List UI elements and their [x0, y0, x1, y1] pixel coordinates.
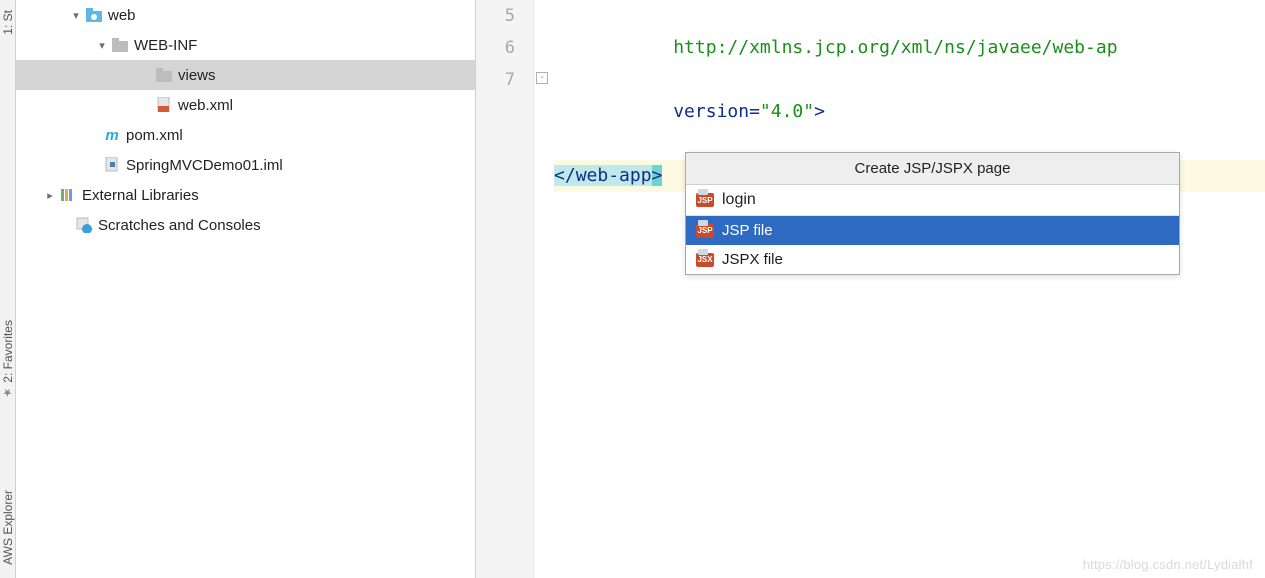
code-area[interactable]: http://xmlns.jcp.org/xml/ns/javaee/web-a… — [554, 0, 1265, 578]
left-tab-favorites-label: 2: Favorites — [1, 320, 15, 383]
folder-icon — [154, 68, 174, 82]
project-tree-panel: ▾ web ▾ WEB-INF views — [16, 0, 476, 578]
tree-item-label: pom.xml — [126, 127, 183, 144]
tree-item-pomxml[interactable]: m pom.xml — [16, 120, 475, 150]
code-tag: web-app — [576, 165, 652, 186]
code-text: http://xmlns.jcp.org/xml/ns/javaee/web-a… — [673, 37, 1117, 58]
chevron-down-icon[interactable]: ▾ — [94, 39, 110, 52]
tree-item-label: views — [178, 67, 216, 84]
library-icon — [58, 187, 78, 203]
code-punc: > — [814, 101, 825, 122]
jsp-icon: JSP — [696, 193, 714, 207]
iml-file-icon — [102, 157, 122, 173]
tree-item-webinf[interactable]: ▾ WEB-INF — [16, 30, 475, 60]
tree-item-label: Scratches and Consoles — [98, 217, 261, 234]
code-attr: version= — [673, 101, 760, 122]
line-number: 7 — [476, 64, 515, 96]
create-jsp-popup: Create JSP/JSPX page JSP JSP JSP file JS… — [685, 152, 1180, 275]
filename-input[interactable] — [722, 191, 929, 209]
code-punc: </ — [554, 165, 576, 186]
chevron-right-icon[interactable]: ▸ — [42, 189, 58, 202]
xml-file-icon — [154, 97, 174, 113]
tree-item-label: WEB-INF — [134, 37, 197, 54]
code-value: "4.0" — [760, 101, 814, 122]
tree-item-webxml[interactable]: web.xml — [16, 90, 475, 120]
editor-panel: 5 6 7 - http://xmlns.jcp.org/xml/ns/java… — [476, 0, 1265, 578]
tree-item-views[interactable]: views — [16, 60, 475, 90]
fold-strip: - — [534, 0, 554, 578]
jsp-icon: JSP — [696, 224, 714, 238]
tree-item-scratches[interactable]: Scratches and Consoles — [16, 210, 475, 240]
left-tool-strip: 1: St ★ 2: Favorites AWS Explorer — [0, 0, 16, 578]
tree-item-label: External Libraries — [82, 187, 199, 204]
web-folder-icon — [84, 8, 104, 22]
left-tab-structure[interactable]: 1: St — [1, 10, 15, 35]
maven-icon: m — [102, 127, 122, 144]
popup-input-row: JSP — [686, 185, 1179, 216]
left-tab-aws-explorer[interactable]: AWS Explorer — [1, 490, 15, 565]
line-number: 6 — [476, 32, 515, 64]
jspx-icon: JSX — [696, 253, 714, 267]
popup-option-jspx[interactable]: JSX JSPX file — [686, 245, 1179, 274]
tree-item-iml[interactable]: SpringMVCDemo01.iml — [16, 150, 475, 180]
left-tab-favorites[interactable]: ★ 2: Favorites — [1, 320, 15, 399]
popup-option-label: JSPX file — [722, 251, 783, 268]
chevron-down-icon[interactable]: ▾ — [68, 9, 84, 22]
line-number: 5 — [476, 0, 515, 32]
watermark-text: https://blog.csdn.net/Lydialhf — [1083, 557, 1253, 572]
popup-option-jsp[interactable]: JSP JSP file — [686, 216, 1179, 245]
tree-item-label: web.xml — [178, 97, 233, 114]
code-punc: > — [652, 165, 663, 186]
editor-gutter: 5 6 7 — [476, 0, 534, 578]
popup-option-label: JSP file — [722, 222, 773, 239]
tree-item-external-libraries[interactable]: ▸ External Libraries — [16, 180, 475, 210]
tree-item-label: web — [108, 7, 136, 24]
fold-marker-icon[interactable]: - — [536, 72, 548, 84]
tree-item-web[interactable]: ▾ web — [16, 0, 475, 30]
tree-item-label: SpringMVCDemo01.iml — [126, 157, 283, 174]
scratches-icon — [74, 217, 94, 233]
popup-title: Create JSP/JSPX page — [686, 153, 1179, 185]
folder-icon — [110, 38, 130, 52]
